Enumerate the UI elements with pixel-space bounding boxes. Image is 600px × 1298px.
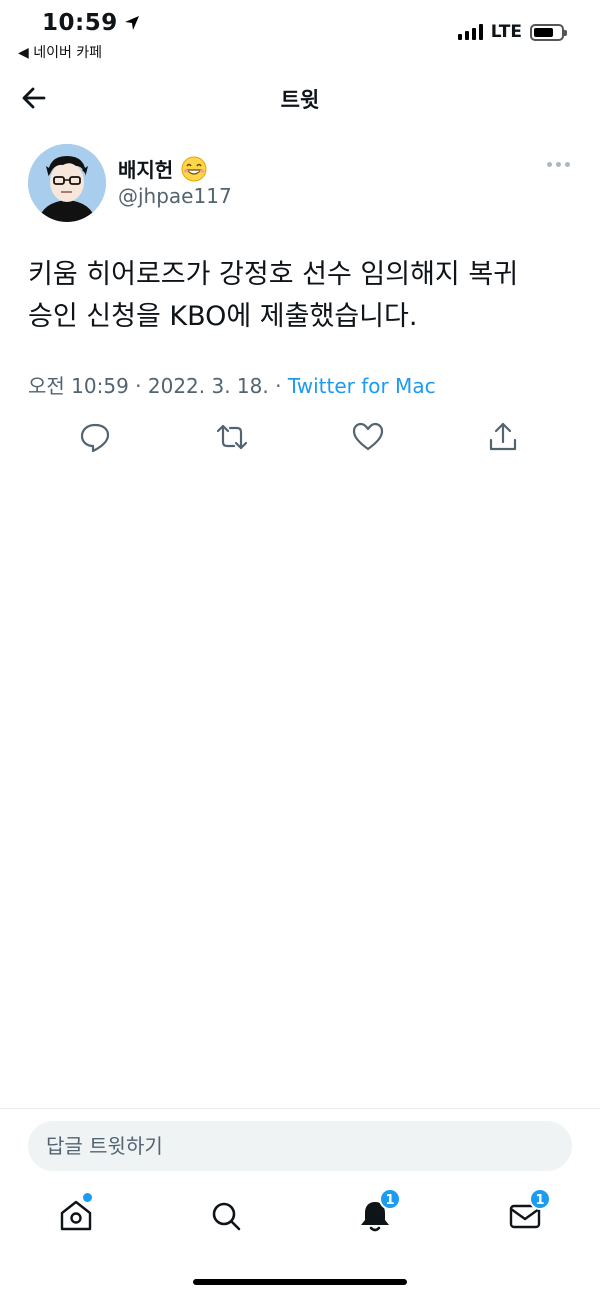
network-type: LTE (490, 22, 522, 42)
share-icon[interactable] (486, 420, 520, 454)
avatar[interactable] (28, 144, 106, 222)
notifications-badge: 1 (379, 1188, 401, 1210)
divider (0, 1108, 600, 1109)
tweet-text: 키움 히어로즈가 강정호 선수 임의해지 복귀 승인 신청을 KBO에 제출했습… (28, 254, 573, 338)
home-new-dot (83, 1193, 92, 1202)
tweet-text-line-2: 승인 신청을 KBO에 제출했습니다. (28, 301, 418, 332)
grinning-face-emoji-icon (181, 156, 207, 181)
status-time: 10:59 (42, 10, 140, 36)
author-name-row[interactable]: 배지헌 (118, 154, 207, 183)
avatar-illustration (28, 144, 106, 222)
messages-badge: 1 (529, 1188, 551, 1210)
home-indicator (193, 1279, 407, 1285)
user-handle[interactable]: @jhpae117 (118, 184, 232, 208)
like-icon[interactable] (351, 420, 385, 454)
battery-icon (530, 23, 567, 41)
tab-home[interactable] (56, 1193, 96, 1236)
location-arrow-icon (124, 16, 139, 30)
tab-notifications[interactable]: 1 (355, 1188, 401, 1236)
more-options-icon[interactable] (547, 162, 570, 167)
tab-search[interactable] (206, 1196, 246, 1236)
home-icon (60, 1200, 92, 1231)
tweet-actions (0, 420, 600, 454)
tab-messages[interactable]: 1 (505, 1188, 551, 1236)
reply-input[interactable]: 답글 트윗하기 (28, 1121, 572, 1171)
back-to-app-link[interactable]: ◀ 네이버 카페 (18, 42, 102, 62)
tweet-source-link[interactable]: Twitter for Mac (288, 374, 436, 398)
tweet-text-line-1: 키움 히어로즈가 강정호 선수 임의해지 복귀 (28, 259, 519, 290)
tweet-meta: 오전 10:59 · 2022. 3. 18. · Twitter for Ma… (28, 370, 436, 399)
page-title: 트윗 (280, 88, 320, 112)
search-icon (212, 1202, 241, 1231)
bottom-tab-bar: 1 1 (0, 1188, 600, 1250)
retweet-icon[interactable] (215, 420, 249, 454)
signal-icon (457, 24, 483, 40)
tweet-timestamp: 오전 10:59 · 2022. 3. 18. · (28, 374, 288, 398)
status-indicators: LTE (457, 22, 567, 42)
display-name: 배지헌 (118, 158, 174, 182)
top-header: 트윗 (0, 72, 600, 122)
reply-icon[interactable] (78, 420, 112, 454)
